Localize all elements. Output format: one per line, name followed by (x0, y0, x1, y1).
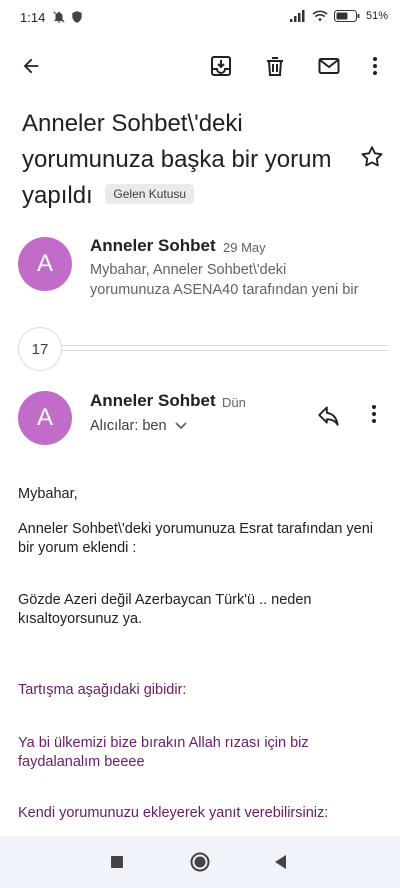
collapsed-thread-divider (18, 345, 388, 351)
recent-apps-button[interactable] (105, 850, 129, 874)
arrow-left-icon (23, 58, 39, 74)
inbox-label-chip[interactable]: Gelen Kutusu (105, 183, 195, 204)
notifications-off-icon (53, 11, 65, 23)
reply-button[interactable] (316, 402, 344, 430)
back-button[interactable] (17, 52, 45, 80)
top-toolbar (0, 40, 400, 92)
more-vert-icon (372, 405, 376, 423)
delete-button[interactable] (261, 52, 289, 80)
triangle-back-icon (275, 855, 286, 869)
archive-button[interactable] (207, 52, 235, 80)
body-discussion-label: Tartışma aşağıdaki gibidir: (18, 682, 187, 698)
square-icon (111, 856, 123, 868)
more-options-button[interactable] (361, 52, 389, 80)
chevron-down-icon (174, 422, 187, 430)
email-subject: Anneler Sohbet\'deki yorumunuza başka bi… (22, 106, 352, 214)
body-reply-prompt: Kendi yorumunuzu ekleyerek yanıt verebil… (18, 805, 329, 821)
status-right: 51% (289, 10, 388, 22)
home-button[interactable] (188, 850, 212, 874)
battery-icon (333, 10, 360, 22)
body-comment: Gözde Azeri değil Azerbaycan Türk'ü .. n… (18, 592, 312, 627)
avatar[interactable]: A (18, 237, 72, 291)
star-outline-icon (361, 146, 383, 167)
message-date: 29 May (223, 240, 266, 255)
body-paragraph: Anneler Sohbet\'deki yorumunuza Esrat ta… (18, 521, 374, 556)
message-more-button[interactable] (362, 402, 390, 430)
system-nav-bar (0, 836, 400, 888)
trash-icon (267, 57, 283, 76)
body-quote: Ya bi ülkemizi bize bırakın Allah rızası… (18, 735, 309, 770)
snippet-line-1: Mybahar, Anneler Sohbet\'deki (90, 262, 287, 278)
reply-icon (318, 406, 339, 426)
archive-icon (211, 56, 231, 76)
avatar[interactable]: A (18, 391, 72, 445)
status-bar: 1:14 51% (0, 0, 400, 38)
battery-percentage: 51% (365, 10, 388, 22)
recipients-toggle[interactable]: Alıcılar: ben (90, 418, 187, 434)
wifi-icon (312, 10, 328, 22)
sender-name: Anneler Sohbet (90, 236, 216, 255)
snippet-line-2: yorumunuza ASENA40 tarafından yeni bir (90, 282, 359, 298)
app-shield-icon (72, 11, 82, 23)
recipients-label: Alıcılar: ben (90, 418, 167, 434)
hidden-messages-count[interactable]: 17 (18, 327, 62, 371)
body-greeting: Mybahar, (18, 486, 78, 502)
circle-icon (190, 852, 210, 872)
signal-icon (289, 10, 305, 22)
message-snippet: Mybahar, Anneler Sohbet\'deki yorumunuza… (90, 260, 390, 300)
status-time: 1:14 (20, 10, 46, 25)
mail-icon (318, 58, 340, 74)
nav-back-button[interactable] (269, 850, 293, 874)
sender-name[interactable]: Anneler Sohbet (90, 391, 216, 411)
message-date: Dün (222, 395, 246, 410)
star-button[interactable] (359, 144, 387, 172)
mark-unread-button[interactable] (315, 52, 343, 80)
more-vert-icon (373, 57, 377, 75)
status-notification-icons (52, 10, 84, 24)
